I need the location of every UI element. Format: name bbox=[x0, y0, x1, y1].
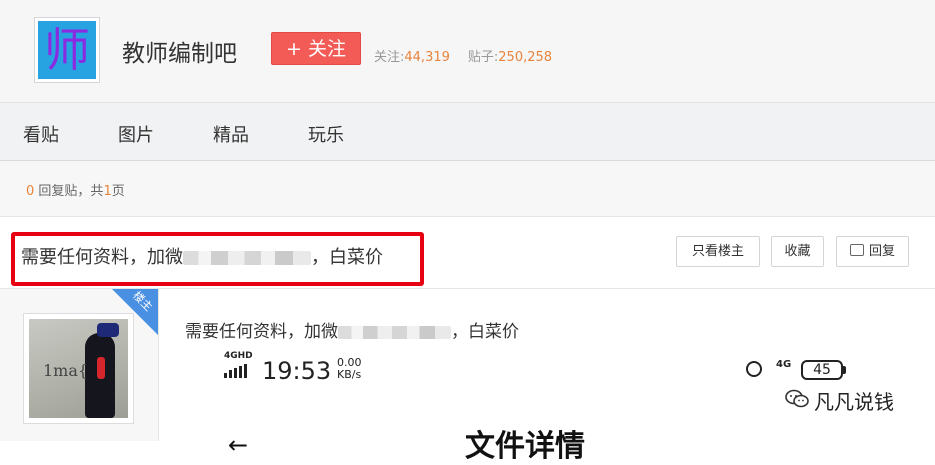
forum-tabs: 看贴 图片 精品 玩乐 bbox=[0, 102, 935, 161]
posts-count: 250,258 bbox=[498, 50, 553, 65]
network-label: 4GHD bbox=[224, 351, 253, 361]
posts-label: 贴子: bbox=[467, 50, 499, 65]
post-content: 需要任何资料，加微 ，白菜价 bbox=[185, 322, 519, 342]
page-count: 1 bbox=[103, 184, 112, 199]
back-arrow-icon: ← bbox=[228, 431, 249, 459]
tab-featured[interactable]: 精品 bbox=[213, 121, 249, 147]
reply-label: 回复贴，共 bbox=[38, 184, 104, 199]
blurred-contact bbox=[183, 251, 311, 265]
followers-label: 关注: bbox=[374, 50, 405, 65]
reply-button[interactable]: 回复 bbox=[836, 236, 909, 267]
wechat-icon bbox=[785, 389, 809, 408]
thread-title-bar: 需要任何资料，加微 ，白菜价 只看楼主 收藏 回复 bbox=[0, 217, 935, 289]
forum-logo-glyph: 师 bbox=[44, 23, 90, 77]
status-time: 19:53 bbox=[262, 357, 332, 385]
network-speed: 0.00 KB/s bbox=[337, 356, 362, 381]
thread-title: 需要任何资料，加微 ，白菜价 bbox=[21, 247, 383, 268]
thread-meta: 0 回复贴，共1页 bbox=[0, 161, 935, 217]
post-first-floor: 楼主 1ma{ 需要任何资料，加微 ，白菜价 4GHD 19:53 0.00 KB… bbox=[0, 289, 935, 464]
forum-name[interactable]: 教师编制吧 bbox=[122, 34, 237, 68]
only-op-button[interactable]: 只看楼主 bbox=[676, 236, 760, 267]
battery-icon: 45 bbox=[801, 360, 843, 380]
network-type: 4G bbox=[776, 359, 792, 370]
tab-fun[interactable]: 玩乐 bbox=[308, 121, 344, 147]
page-suffix: 页 bbox=[111, 184, 125, 199]
author-sidebar: 楼主 1ma{ bbox=[0, 289, 159, 441]
reply-count: 0 bbox=[26, 184, 35, 199]
forum-logo[interactable]: 师 bbox=[34, 17, 100, 83]
alarm-icon bbox=[746, 361, 762, 377]
followers-count: 44,319 bbox=[404, 50, 450, 65]
avatar-scrawl: 1ma{ bbox=[43, 361, 89, 380]
tab-view-posts[interactable]: 看贴 bbox=[23, 121, 59, 147]
watermark-text: 凡凡说钱 bbox=[814, 390, 894, 414]
doc-title: 文件详情 bbox=[465, 429, 585, 464]
follow-button[interactable]: + 关注 bbox=[271, 32, 361, 65]
tab-pictures[interactable]: 图片 bbox=[118, 121, 154, 147]
forum-stats: 关注:44,319 贴子:250,258 bbox=[374, 46, 552, 65]
reply-icon bbox=[849, 244, 864, 256]
blurred-contact bbox=[338, 325, 451, 339]
favorite-button[interactable]: 收藏 bbox=[771, 236, 824, 267]
forum-header: 师 教师编制吧 + 关注 关注:44,319 贴子:250,258 bbox=[0, 0, 935, 102]
avatar[interactable]: 1ma{ bbox=[23, 313, 134, 424]
embedded-screenshot-statusbar: 4GHD 19:53 0.00 KB/s 4G 45 bbox=[224, 351, 849, 391]
